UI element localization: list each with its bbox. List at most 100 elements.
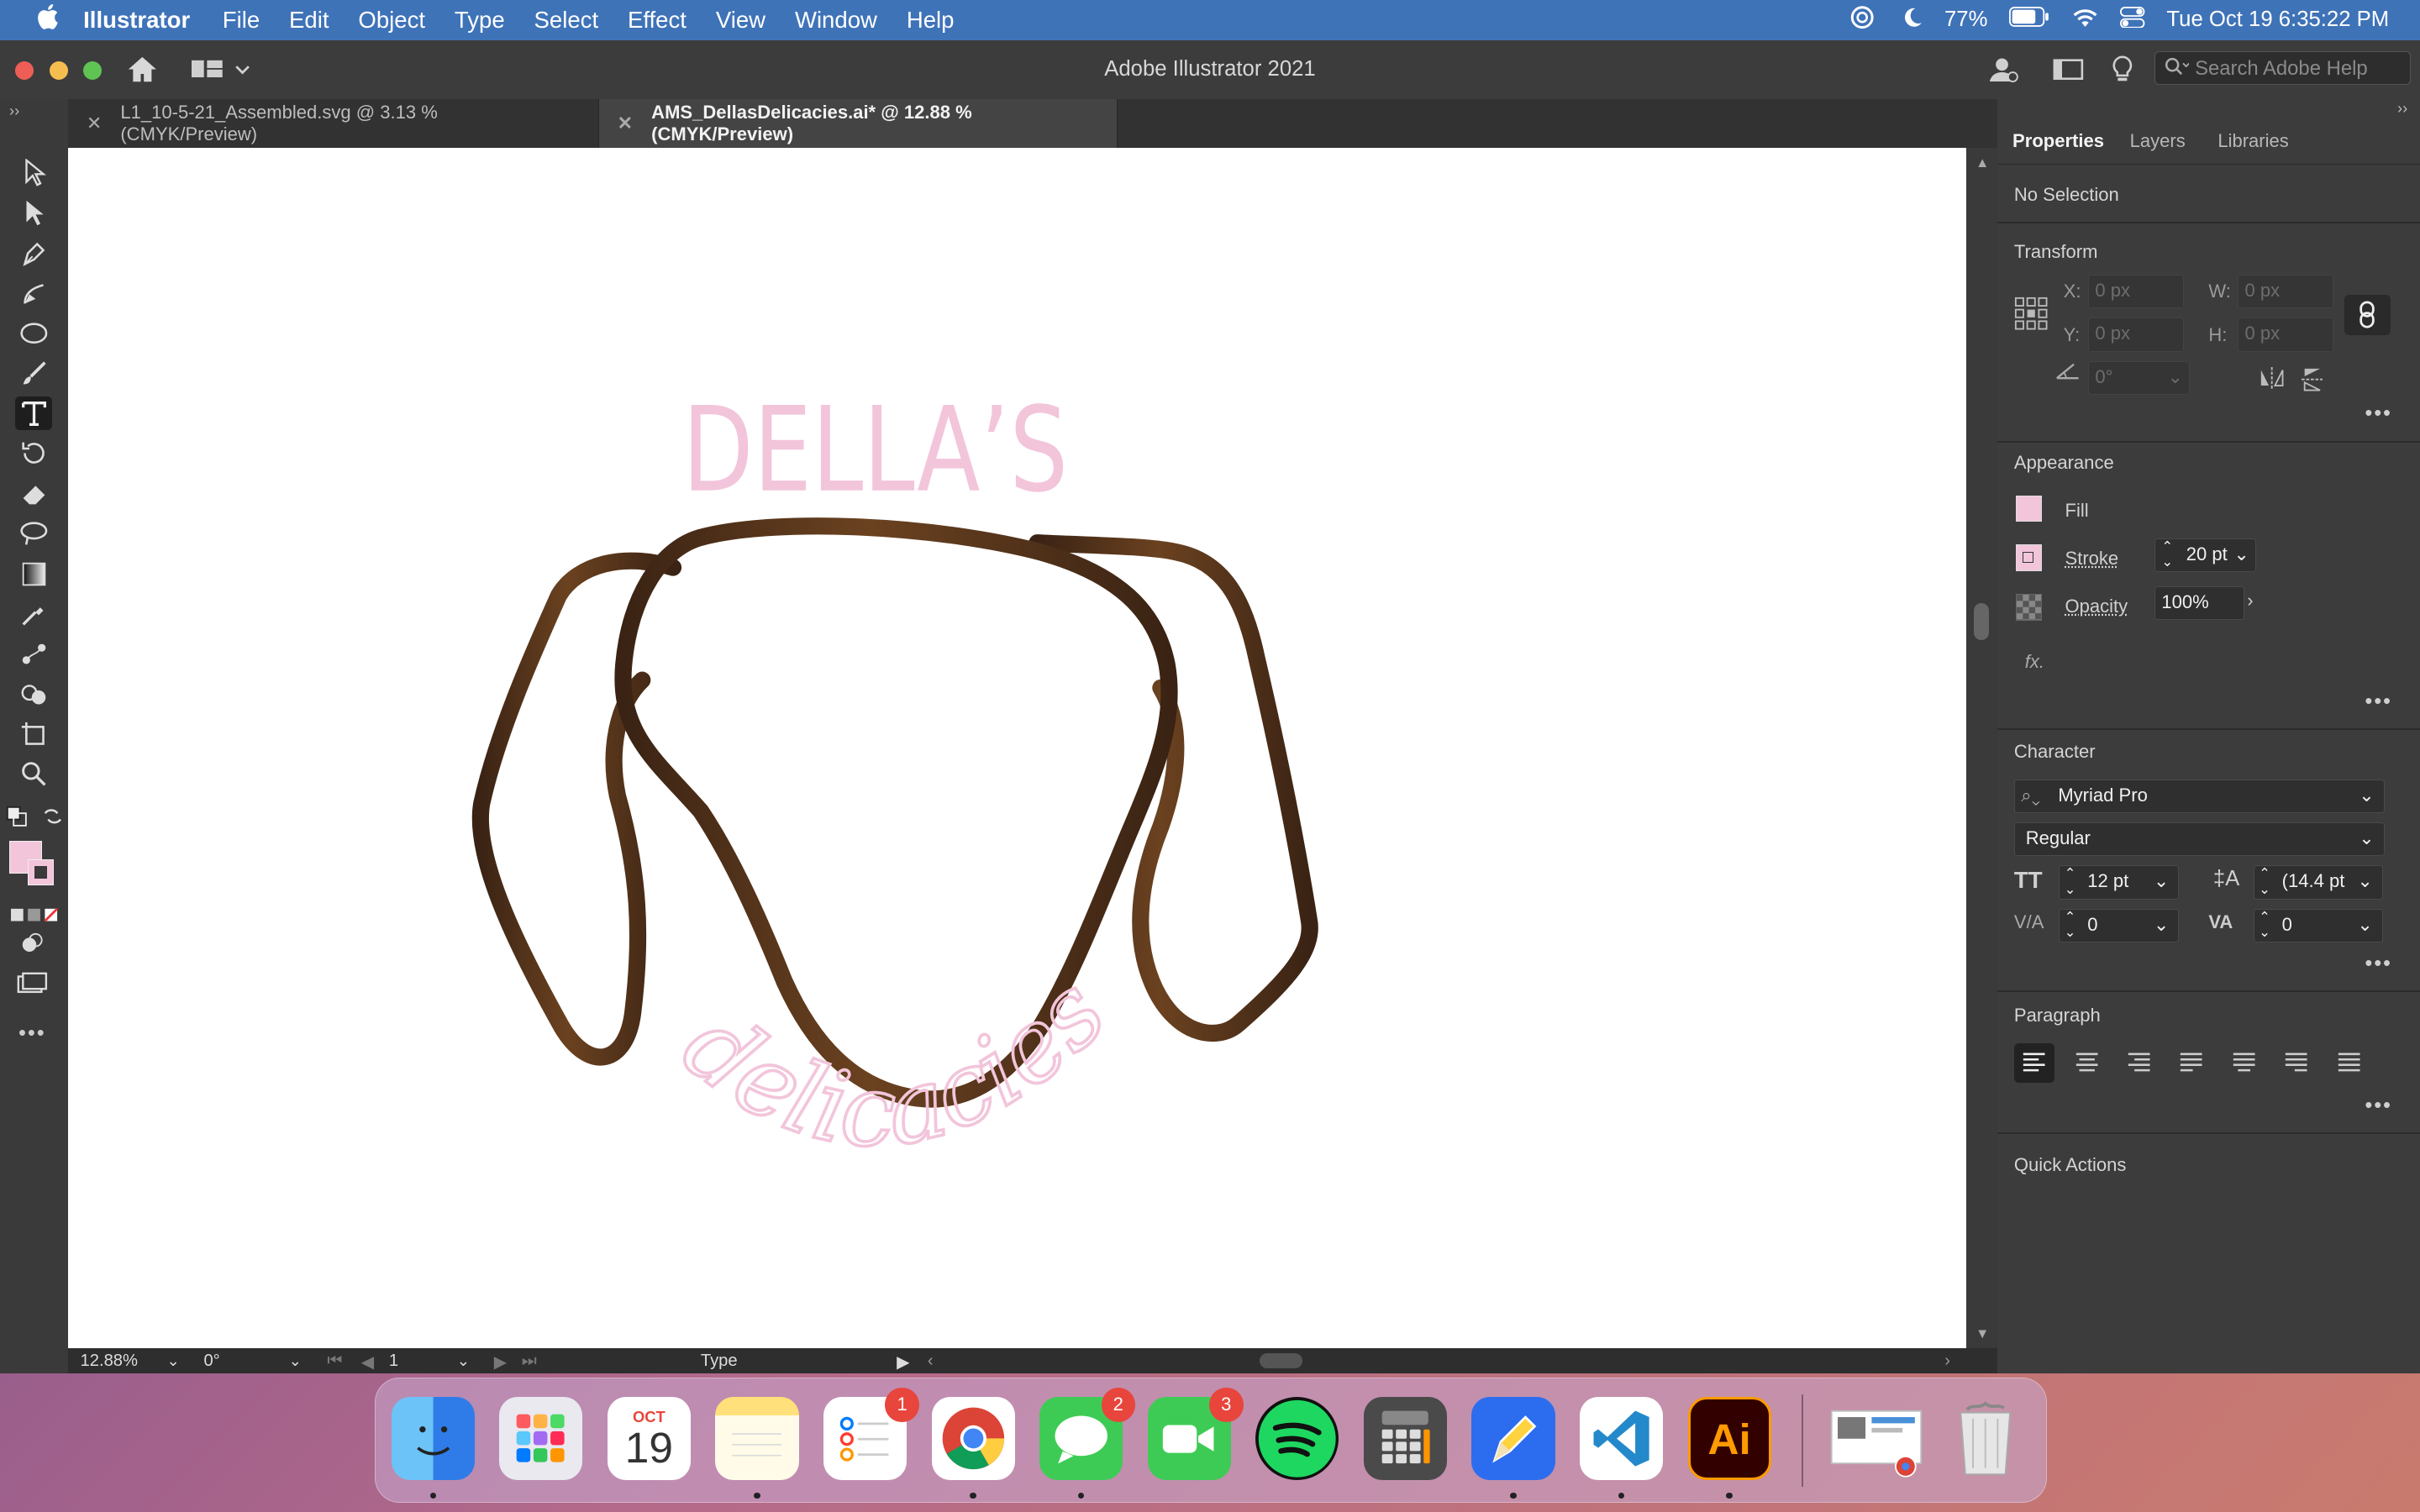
rotation-value[interactable]: 0° <box>203 1352 219 1371</box>
default-colors-icon[interactable] <box>6 806 28 834</box>
stroke-weight-input[interactable]: ⌃ ⌄ 20 pt ⌄ <box>2154 538 2257 573</box>
tab-layers[interactable]: Layers <box>2114 118 2201 164</box>
tab-libraries[interactable]: Libraries <box>2202 118 2304 164</box>
reminders-icon[interactable]: 1 <box>823 1388 919 1481</box>
color-mode-icons[interactable] <box>10 901 60 930</box>
zoom-tool-icon[interactable] <box>15 758 52 791</box>
opacity-arrow-icon[interactable]: › <box>2247 590 2253 612</box>
spotify-icon[interactable] <box>1255 1397 1339 1481</box>
control-center-icon[interactable] <box>2120 6 2145 34</box>
menu-window[interactable]: Window <box>795 7 877 34</box>
launchpad-icon[interactable] <box>499 1397 583 1481</box>
justify-right-icon[interactable] <box>2276 1043 2317 1084</box>
screen-mode-icon[interactable] <box>17 972 48 1000</box>
rotate-tool-icon[interactable] <box>15 437 52 470</box>
downloads-stack-icon[interactable] <box>1827 1397 1926 1480</box>
align-right-icon[interactable] <box>2119 1043 2160 1084</box>
fx-icon[interactable]: fx. <box>2025 651 2044 673</box>
align-center-icon[interactable] <box>2066 1043 2107 1084</box>
menu-clock[interactable]: Tue Oct 19 6:35:22 PM <box>2166 8 2389 32</box>
paintbrush-tool-icon[interactable] <box>15 356 52 390</box>
menu-view[interactable]: View <box>716 7 765 34</box>
calendar-icon[interactable]: OCT 19 <box>607 1397 691 1481</box>
arrange-documents-icon[interactable] <box>2053 57 2084 88</box>
user-account-icon[interactable] <box>1988 54 2019 92</box>
vertical-scroll-thumb[interactable] <box>1974 603 1990 641</box>
menu-help[interactable]: Help <box>907 7 955 34</box>
justify-left-icon[interactable] <box>2171 1043 2212 1084</box>
more-tools-icon[interactable]: ••• <box>18 1021 46 1046</box>
stroke-label[interactable]: Stroke <box>2065 548 2119 570</box>
leading-input[interactable]: ⌃ ⌄ (14.4 pt ⌄ <box>2253 865 2383 900</box>
chrome-icon[interactable] <box>931 1397 1015 1481</box>
pen-tool-icon[interactable] <box>15 236 52 270</box>
collapse-panel-icon[interactable]: ›› <box>2397 99 2407 118</box>
help-search-input[interactable]: Search Adobe Help <box>2154 50 2411 85</box>
opacity-input[interactable]: 100% <box>2154 585 2244 621</box>
type-tool-icon[interactable] <box>15 396 53 431</box>
fill-swatch[interactable] <box>2015 495 2043 522</box>
scroll-left-icon[interactable]: ‹ <box>928 1352 934 1371</box>
y-input[interactable]: 0 px <box>2088 318 2184 352</box>
ellipse-tool-icon[interactable] <box>15 317 52 350</box>
collapse-panel-icon[interactable]: ›› <box>9 102 19 120</box>
vertical-scrollbar[interactable]: ▲ ▼ <box>1965 148 1997 1349</box>
tracking-input[interactable]: ⌃ ⌄ 0 ⌄ <box>2253 908 2383 943</box>
messages-icon[interactable]: 2 <box>1039 1388 1135 1481</box>
rotation-dropdown-icon[interactable]: ⌄ <box>288 1352 301 1370</box>
constrain-proportions-icon[interactable] <box>2344 294 2391 335</box>
kerning-input[interactable]: ⌃ ⌄ 0 ⌄ <box>2059 908 2180 943</box>
last-artboard-icon[interactable]: ⏭ <box>522 1352 537 1371</box>
justify-center-icon[interactable] <box>2224 1043 2265 1084</box>
reference-point-icon[interactable] <box>2014 297 2048 335</box>
artboard-tool-icon[interactable] <box>15 717 52 751</box>
h-input[interactable]: 0 px <box>2238 318 2334 352</box>
first-artboard-icon[interactable]: ⏮ <box>327 1352 342 1371</box>
close-tab-icon[interactable]: ✕ <box>618 113 633 134</box>
close-tab-icon[interactable]: ✕ <box>87 113 102 134</box>
facetime-icon[interactable]: 3 <box>1147 1388 1244 1481</box>
sketchbook-icon[interactable] <box>1471 1397 1555 1481</box>
w-input[interactable]: 0 px <box>2238 274 2334 309</box>
lasso-tool-icon[interactable] <box>15 517 52 550</box>
wifi-icon[interactable] <box>2071 7 2099 34</box>
doc-tab-dellas-delicacies[interactable]: ✕ AMS_DellasDelicacies.ai* @ 12.88 % (CM… <box>598 98 1118 149</box>
apple-menu-icon[interactable] <box>37 4 61 35</box>
blend-tool-icon[interactable] <box>15 638 52 671</box>
shape-builder-tool-icon[interactable] <box>15 677 52 711</box>
logo-headline[interactable]: DELLA’S <box>682 381 1068 518</box>
more-options-icon[interactable]: ••• <box>2365 1094 2392 1118</box>
stepper-icon[interactable]: ⌃ ⌄ <box>2161 538 2173 570</box>
notes-icon[interactable] <box>715 1397 799 1481</box>
artboard-number[interactable]: 1 <box>389 1352 398 1371</box>
menu-object[interactable]: Object <box>358 7 425 34</box>
font-size-input[interactable]: ⌃ ⌄ 12 pt ⌄ <box>2059 865 2180 900</box>
stroke-color-swatch[interactable] <box>28 859 55 886</box>
calculator-icon[interactable] <box>1363 1397 1447 1481</box>
battery-icon[interactable] <box>2009 7 2049 33</box>
more-options-icon[interactable]: ••• <box>2365 402 2392 426</box>
opacity-label[interactable]: Opacity <box>2065 596 2128 617</box>
status-menu-icon[interactable]: ▶ <box>897 1352 910 1373</box>
trash-icon[interactable] <box>1944 1397 2027 1480</box>
menu-effect[interactable]: Effect <box>628 7 687 34</box>
artboard-canvas[interactable]: DELLA’S delicacies <box>67 148 1966 1349</box>
more-options-icon[interactable]: ••• <box>2365 952 2392 976</box>
stepper-icon[interactable]: ⌃ ⌄ <box>2065 866 2076 897</box>
flip-vertical-icon[interactable] <box>2301 367 2323 396</box>
flip-horizontal-icon[interactable] <box>2260 367 2284 394</box>
lightbulb-icon[interactable] <box>2112 55 2133 90</box>
zoom-level[interactable]: 12.88% <box>81 1352 138 1371</box>
stepper-icon[interactable]: ⌃ ⌄ <box>2065 909 2076 941</box>
scroll-right-icon[interactable]: › <box>1944 1352 1950 1371</box>
finder-icon[interactable] <box>391 1397 475 1481</box>
do-not-disturb-icon[interactable] <box>1902 7 1923 34</box>
swap-colors-icon[interactable] <box>42 806 64 834</box>
stroke-swatch[interactable] <box>2015 544 2043 571</box>
illustrator-icon[interactable]: Ai <box>1687 1397 1771 1481</box>
direct-selection-tool-icon[interactable] <box>15 196 52 229</box>
menu-app-name[interactable]: Illustrator <box>83 7 190 34</box>
menu-file[interactable]: File <box>223 7 260 34</box>
scroll-down-icon[interactable]: ▼ <box>1975 1326 1989 1342</box>
curvature-tool-icon[interactable] <box>15 276 52 310</box>
